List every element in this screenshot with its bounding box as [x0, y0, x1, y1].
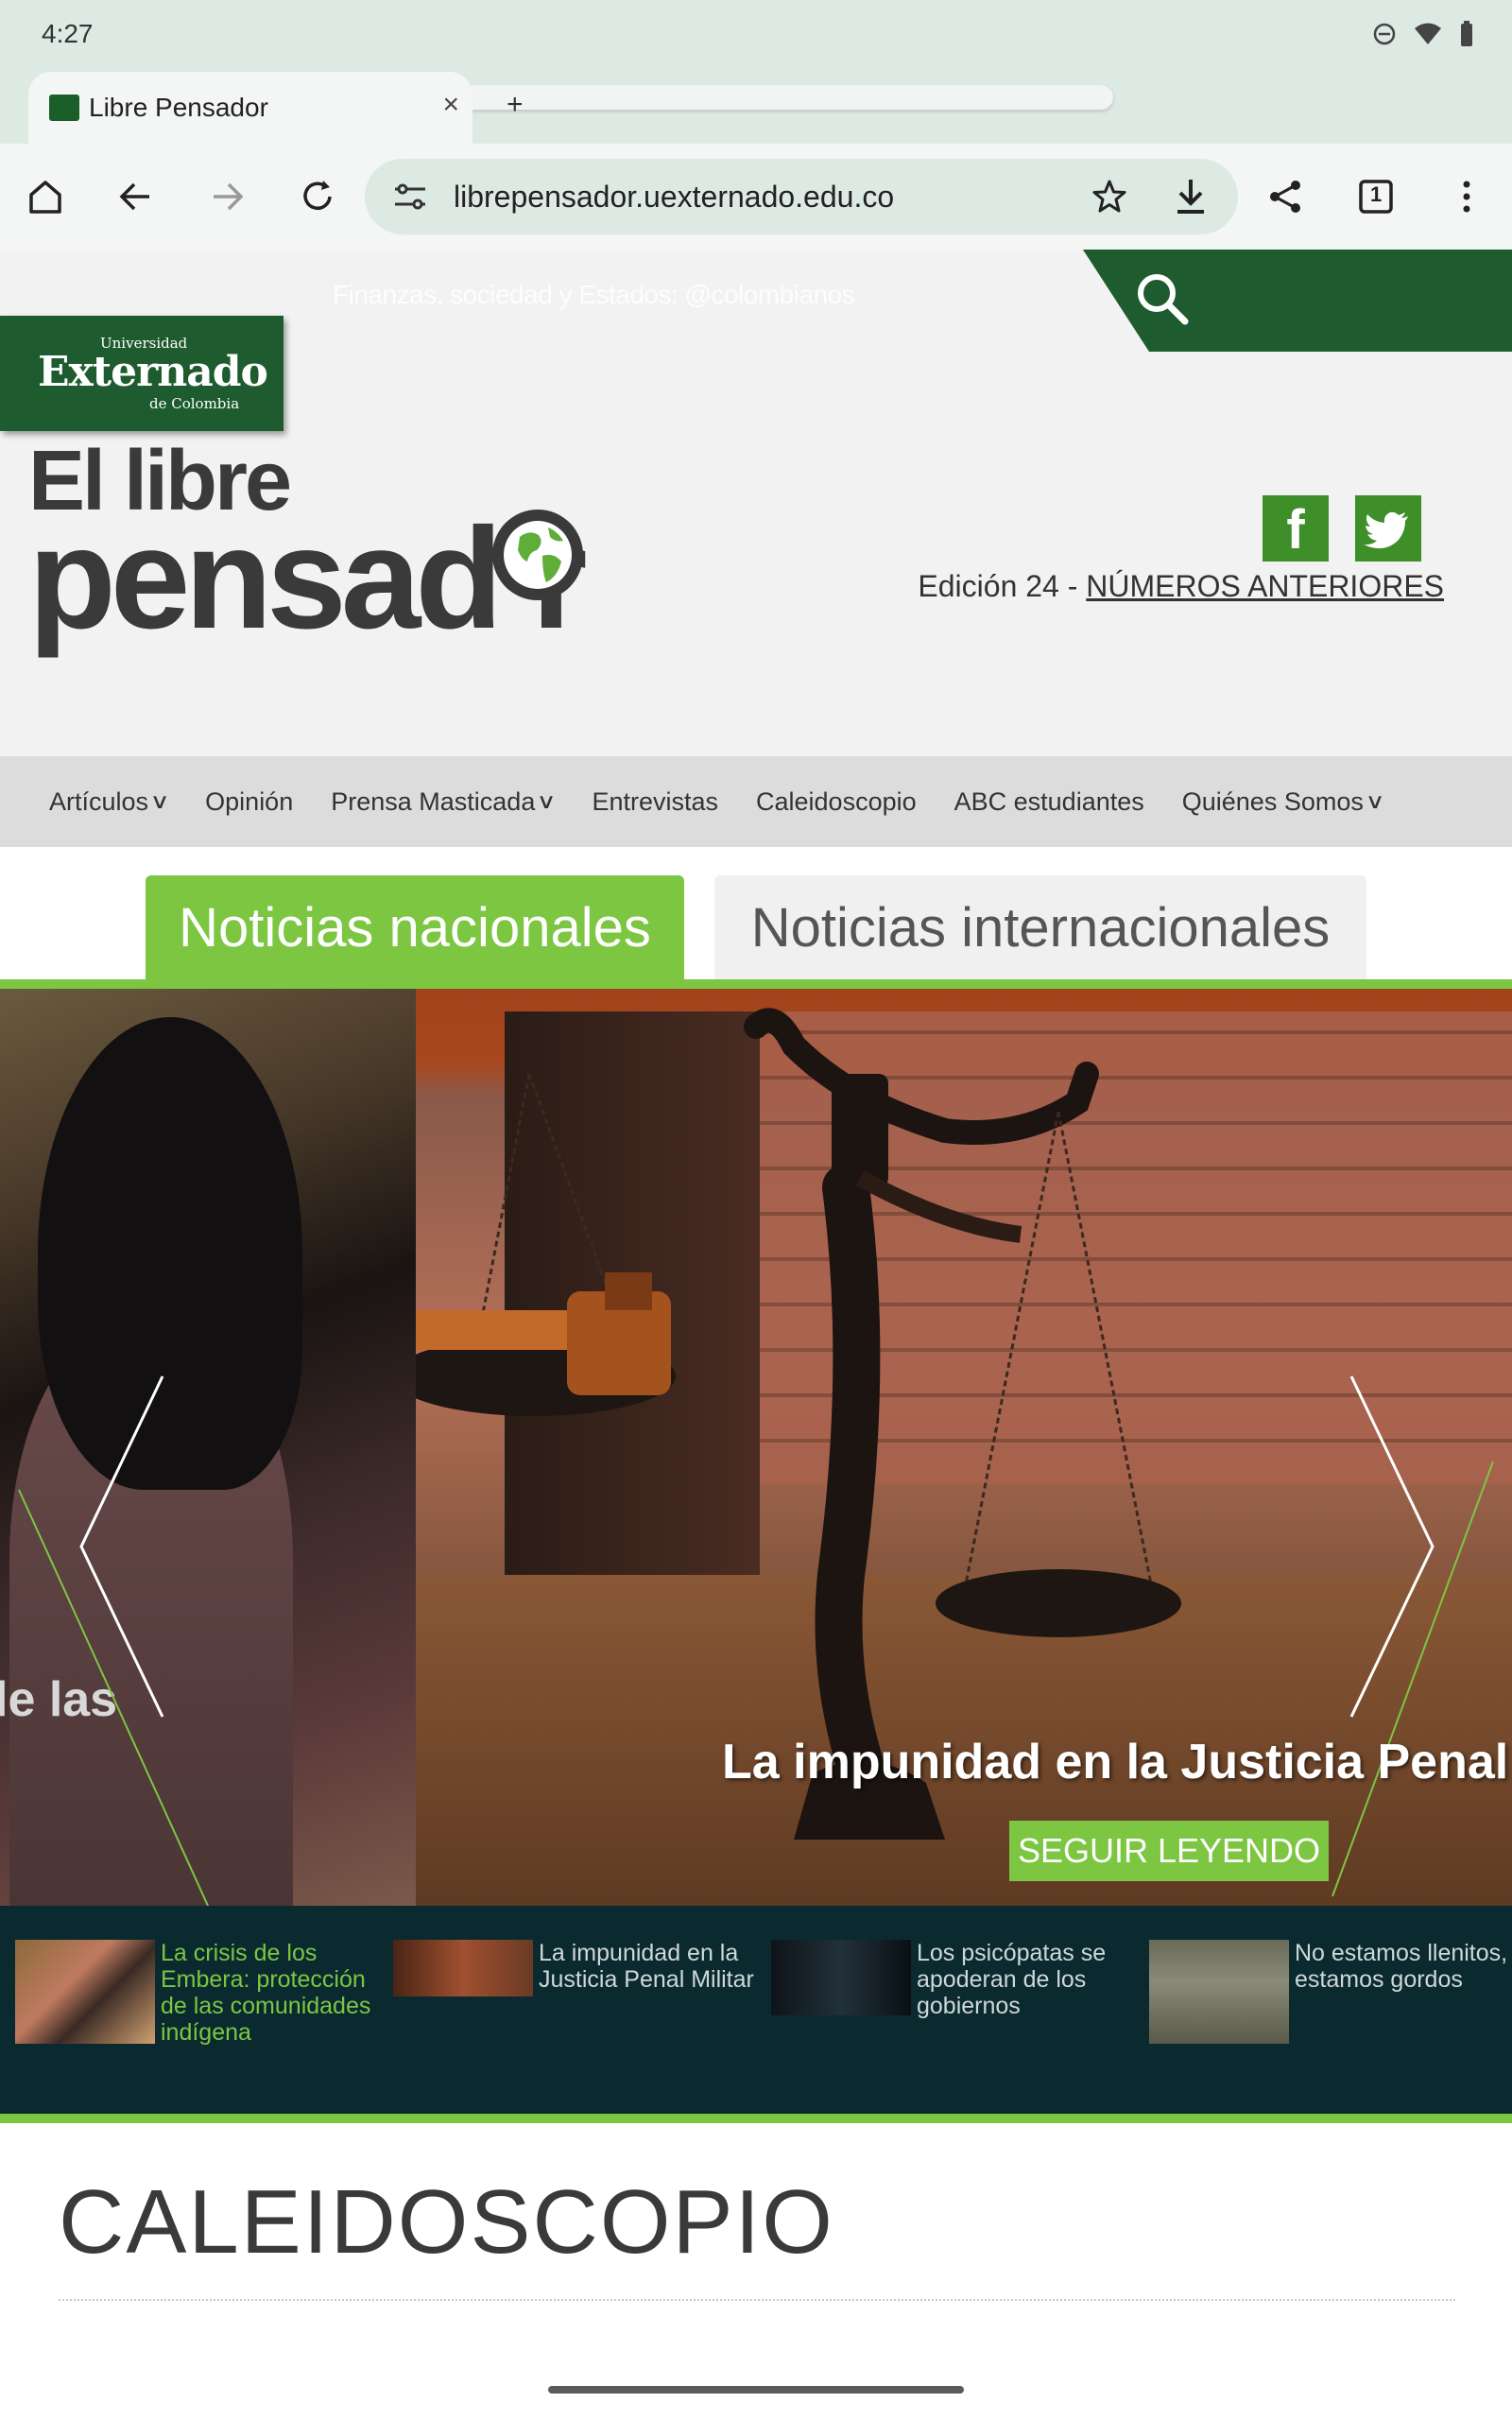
- nav-item[interactable]: Opinión: [205, 787, 293, 817]
- thumbnail-title: La crisis de los Embera: protección de l…: [161, 1940, 371, 2046]
- section-divider: [59, 2299, 1455, 2301]
- divider: [0, 2114, 1512, 2123]
- featured-slider: le las La impunidad en la Justicia Penal…: [0, 989, 1512, 1906]
- slide-headline[interactable]: La impunidad en la Justicia Penal M: [722, 1734, 1512, 1790]
- search-icon[interactable]: [1130, 267, 1196, 333]
- url-text: librepensador.uexternado.edu.co: [454, 180, 895, 214]
- favicon-icon: [49, 95, 79, 121]
- site-header: Finanzas, sociedad y Estados: @colombian…: [0, 250, 1512, 756]
- download-icon[interactable]: [1172, 176, 1210, 217]
- overflow-menu-button[interactable]: [1442, 172, 1491, 221]
- reload-icon: [303, 181, 332, 210]
- tab-national-news[interactable]: Noticias nacionales: [146, 875, 684, 983]
- slider-thumbnails: La crisis de los Embera: protección de l…: [0, 1906, 1512, 2114]
- nav-item-label: Opinión: [205, 786, 294, 816]
- arrow-right-icon: [214, 182, 244, 211]
- news-tabs: Noticias nacionales Noticias internacion…: [0, 847, 1512, 987]
- nav-item[interactable]: Prensa Masticada ∨: [331, 786, 557, 817]
- read-more-button[interactable]: SEGUIR LEYENDO: [1009, 1821, 1329, 1881]
- gesture-nav-bar[interactable]: [548, 2386, 964, 2394]
- arrow-left-icon: [119, 182, 149, 211]
- uni-logo-name: Externado: [38, 348, 268, 396]
- nav-item-label: Caleidoscopio: [756, 786, 917, 816]
- tab-count: 1: [1370, 182, 1383, 206]
- battery-icon: [1461, 21, 1472, 46]
- forward-button[interactable]: [202, 172, 251, 221]
- thumbnail-title: Los psicópatas se apoderan de los gobier…: [917, 1940, 1107, 2019]
- chevron-down-icon: ∨: [536, 789, 557, 813]
- nav-item[interactable]: Caleidoscopio: [756, 787, 917, 817]
- back-button[interactable]: [112, 172, 161, 221]
- globe-icon: [492, 510, 583, 600]
- divider: [0, 979, 1512, 989]
- address-bar[interactable]: librepensador.uexternado.edu.co: [365, 159, 1238, 234]
- do-not-disturb-icon: [1373, 23, 1396, 45]
- slider-prev-arrow-icon[interactable]: [68, 1357, 181, 1811]
- tab-switcher-button[interactable]: 1: [1351, 172, 1400, 221]
- university-logo[interactable]: Universidad Externado de Colombia: [0, 316, 284, 431]
- chevron-down-icon: ∨: [149, 789, 170, 813]
- twitter-icon: [1364, 511, 1408, 549]
- facebook-icon[interactable]: f: [1263, 495, 1329, 562]
- more-vert-icon: [1463, 181, 1470, 213]
- nav-item-label: Prensa Masticada: [331, 786, 536, 816]
- chevron-down-icon: ∨: [1365, 789, 1385, 813]
- edition-info: Edición 24 - NÚMEROS ANTERIORES: [918, 569, 1444, 604]
- edition-label: Edición 24 -: [918, 569, 1087, 603]
- twitter-button[interactable]: [1355, 495, 1421, 562]
- nav-item-label: ABC estudiantes: [954, 786, 1144, 816]
- tab-international-news[interactable]: Noticias internacionales: [714, 875, 1366, 979]
- reload-button[interactable]: [293, 172, 342, 221]
- thumbnail-image: [393, 1940, 533, 1996]
- new-tab-button[interactable]: +: [507, 89, 524, 121]
- wifi-icon: [1415, 23, 1441, 44]
- tab-strip: + Libre Pensador ×: [0, 68, 1512, 144]
- news-ticker[interactable]: Finanzas, sociedad y Estados: @colombian…: [333, 280, 855, 310]
- thumbnail-image: [15, 1940, 155, 2044]
- thumbnail-image: [771, 1940, 911, 2015]
- bookmark-star-icon[interactable]: [1091, 178, 1128, 216]
- home-button[interactable]: [21, 172, 70, 221]
- share-button[interactable]: [1261, 172, 1310, 221]
- tab-title: Libre Pensador: [89, 93, 268, 122]
- tab-drag-ghost: [395, 85, 1113, 110]
- tab-close-button[interactable]: ×: [442, 89, 459, 121]
- home-icon: [29, 181, 61, 214]
- nav-item[interactable]: Artículos ∨: [49, 786, 170, 817]
- previous-issues-link[interactable]: NÚMEROS ANTERIORES: [1086, 569, 1444, 603]
- uni-logo-sub: de Colombia: [149, 395, 240, 412]
- thumbnail-title: No estamos llenitos, estamos gordos: [1295, 1940, 1508, 1993]
- status-icons: [1372, 21, 1474, 47]
- nav-item-label: Artículos: [49, 786, 149, 816]
- status-time: 4:27: [42, 19, 94, 48]
- browser-toolbar: librepensador.uexternado.edu.co 1: [0, 144, 1512, 250]
- nav-item-label: Entrevistas: [592, 786, 719, 816]
- site-settings-icon[interactable]: [391, 180, 429, 214]
- status-bar: 4:27: [0, 0, 1512, 68]
- browser-tab[interactable]: Libre Pensador ×: [28, 72, 472, 144]
- nav-item[interactable]: ABC estudiantes: [954, 787, 1144, 817]
- thumbnail-title: La impunidad en la Justicia Penal Milita…: [539, 1940, 754, 1993]
- nav-item-label: Quiénes Somos: [1181, 786, 1364, 816]
- nav-item[interactable]: Entrevistas: [592, 787, 718, 817]
- section-title: CALEIDOSCOPIO: [59, 2171, 834, 2273]
- thumbnail-image: [1149, 1940, 1289, 2044]
- main-nav: Artículos ∨ Opinión Prensa Masticada ∨ Entrev…: [0, 756, 1512, 847]
- nav-item[interactable]: Quiénes Somos ∨: [1181, 786, 1385, 817]
- share-icon: [1270, 181, 1300, 213]
